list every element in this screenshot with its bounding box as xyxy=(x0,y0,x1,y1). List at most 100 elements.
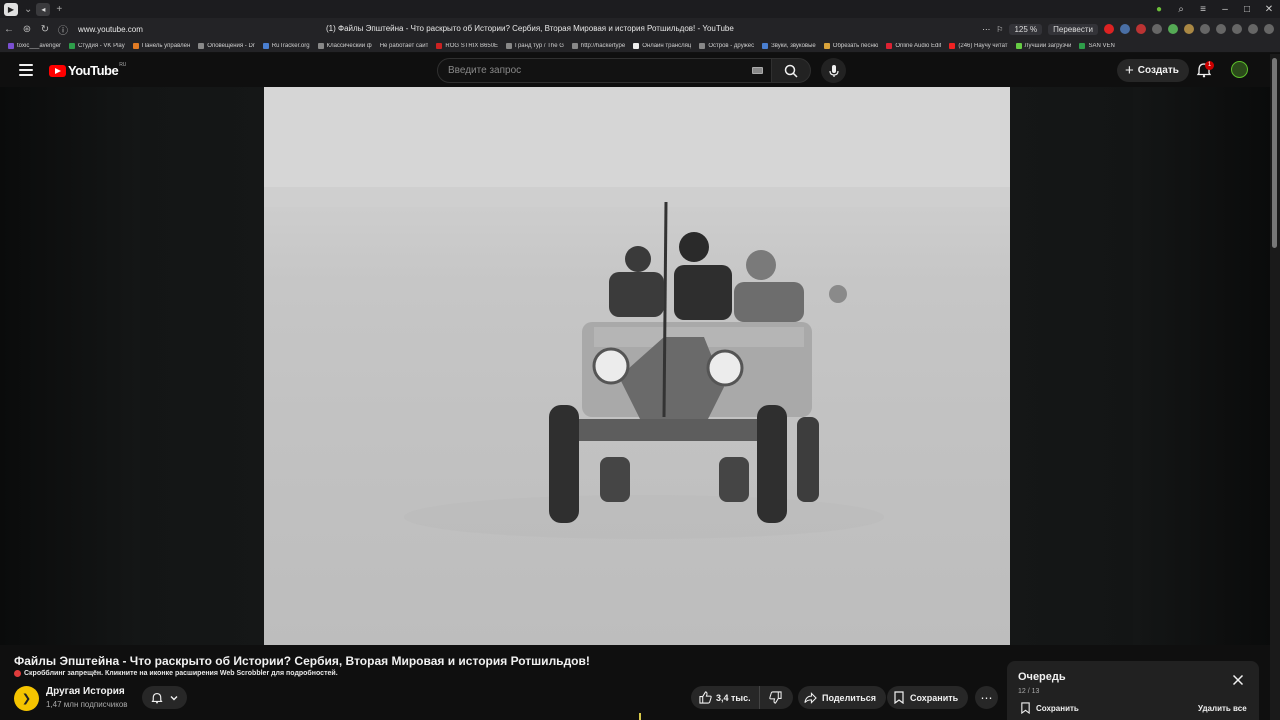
bookmark-item[interactable]: Студия - VK Play xyxy=(69,43,125,49)
search-input[interactable] xyxy=(438,59,738,82)
ambient-left xyxy=(0,87,140,645)
video-player[interactable] xyxy=(0,87,1270,645)
puzzle-icon[interactable] xyxy=(1248,24,1258,34)
bookmark-favicon-icon xyxy=(823,43,830,49)
bookmark-item[interactable]: toxic___avenger xyxy=(8,43,61,49)
bookmark-item[interactable]: Лучший загрузчи xyxy=(1015,43,1071,49)
close-window-icon[interactable]: ✕ xyxy=(1258,4,1280,15)
thumbs-down-icon xyxy=(769,691,782,704)
browser-menu-icon[interactable]: ≡ xyxy=(1192,4,1214,15)
notification-count-badge: 1 xyxy=(1205,61,1214,70)
plus-icon: + xyxy=(1125,62,1134,79)
page-title-in-bar: (1) Файлы Эпштейна - Что раскрыто об Ист… xyxy=(326,24,734,33)
queue-position: 12 / 13 xyxy=(1018,688,1040,695)
scrobble-notice[interactable]: Скробблинг запрещён. Кликните на иконке … xyxy=(14,670,338,677)
share-icon xyxy=(804,691,817,704)
more-dots-icon[interactable]: ⋯ xyxy=(982,25,990,34)
search-box xyxy=(437,58,772,83)
thumbs-up-icon xyxy=(699,691,712,704)
bookmark-item[interactable]: Обрезать песню xyxy=(823,43,878,49)
bookmark-item[interactable]: RuTracker.org xyxy=(262,43,310,49)
like-button[interactable]: 3,4 тыс. xyxy=(691,686,760,709)
bookmark-item[interactable]: SAN VEN xyxy=(1079,43,1115,49)
bookmark-favicon-icon xyxy=(699,43,706,49)
bookmark-item[interactable]: Остров - дружес xyxy=(699,43,754,49)
subscription-bell-button[interactable] xyxy=(142,686,187,709)
video-title: Файлы Эпштейна - Что раскрыто об Истории… xyxy=(14,654,590,668)
bookmark-favicon-icon xyxy=(317,43,324,49)
bookmark-icon[interactable]: ⚐ xyxy=(996,25,1003,34)
extension-icon[interactable] xyxy=(1232,24,1242,34)
youtube-logo[interactable]: YouTube RU xyxy=(49,62,126,78)
bookmark-item[interactable]: ROG STRIX B650E xyxy=(436,43,498,49)
extension-leaf-icon[interactable]: ● xyxy=(1148,4,1170,15)
extension-icon[interactable] xyxy=(1136,24,1146,34)
maximize-icon[interactable]: □ xyxy=(1236,4,1258,15)
bookmark-item[interactable]: Панель управлен xyxy=(132,43,190,49)
close-icon[interactable] xyxy=(1232,674,1244,686)
forward-icon[interactable]: ⊛ xyxy=(18,24,36,35)
bookmark-favicon-icon xyxy=(571,43,578,49)
bookmark-item[interactable]: Онлайн трансляц xyxy=(633,43,691,49)
download-icon[interactable] xyxy=(1264,24,1274,34)
bookmark-item[interactable]: Звуки, звуковые xyxy=(762,43,816,49)
reload-icon[interactable]: ↻ xyxy=(36,24,54,35)
tab-menu-chevron-icon[interactable]: ⌄ xyxy=(24,4,32,15)
extension-icon[interactable] xyxy=(1216,24,1226,34)
share-button[interactable]: Поделиться xyxy=(798,686,887,709)
shield-extension-icon[interactable] xyxy=(1152,24,1162,34)
url-field[interactable]: www.youtube.com xyxy=(78,25,143,34)
extension-icon[interactable] xyxy=(1168,24,1178,34)
adblock-extension-icon[interactable] xyxy=(1104,24,1114,34)
bookmark-item[interactable]: http://hackertype xyxy=(571,43,625,49)
scrollbar-thumb[interactable] xyxy=(1272,58,1277,248)
channel-name[interactable]: Другая История xyxy=(46,686,125,697)
save-bookmark-icon xyxy=(894,691,904,704)
search-button[interactable] xyxy=(771,58,811,83)
tab-active[interactable]: ▶ xyxy=(4,2,18,16)
site-info-icon[interactable]: ⓘ xyxy=(54,22,72,37)
bookmark-item[interactable]: Оповещения - Dr xyxy=(198,43,255,49)
extension-icon[interactable] xyxy=(1120,24,1130,34)
bookmark-item[interactable]: Классический ф xyxy=(317,43,372,49)
address-bar-actions: ⋯ ⚐ 125 % Перевести xyxy=(982,18,1274,40)
page-scrollbar[interactable] xyxy=(1270,54,1280,720)
queue-save-button[interactable]: Сохранить xyxy=(1020,702,1079,714)
voice-search-button[interactable] xyxy=(821,58,846,83)
browser-tab-bar: ▶ ⌄ ◂ + ● ⌕ ≡ – □ ✕ xyxy=(0,0,1280,18)
bookmark-item[interactable]: (246) Научу читат xyxy=(949,43,1008,49)
channel-avatar[interactable]: ❯ xyxy=(14,686,39,711)
extension-icon[interactable] xyxy=(1184,24,1194,34)
queue-clear-button[interactable]: Удалить все xyxy=(1198,704,1247,713)
zoom-indicator[interactable]: 125 % xyxy=(1009,23,1043,35)
bookmark-favicon-icon xyxy=(1015,43,1022,49)
new-tab-icon[interactable]: + xyxy=(56,4,62,15)
tab-search-icon[interactable]: ⌕ xyxy=(1170,4,1192,15)
bookmark-item[interactable]: Гранд тур / The G xyxy=(506,43,564,49)
translate-button[interactable]: Перевести xyxy=(1048,23,1098,35)
save-button[interactable]: Сохранить xyxy=(887,686,969,709)
queue-title: Очередь xyxy=(1018,671,1066,683)
lightbulb-icon[interactable] xyxy=(1200,24,1210,34)
create-button[interactable]: + Создать xyxy=(1117,59,1189,82)
youtube-play-logo-icon xyxy=(49,64,66,77)
bookmark-item[interactable]: Online Audio Edit xyxy=(886,43,941,49)
text-cursor xyxy=(639,713,641,720)
bookmark-favicon-icon xyxy=(8,43,14,49)
back-icon[interactable]: ← xyxy=(0,24,18,35)
menu-hamburger-icon[interactable] xyxy=(19,64,33,76)
account-avatar[interactable] xyxy=(1231,61,1248,78)
bookmark-favicon-icon xyxy=(436,43,443,49)
video-frame[interactable] xyxy=(264,87,1010,645)
bookmark-favicon-icon xyxy=(132,43,139,49)
keyboard-icon[interactable] xyxy=(752,67,763,74)
like-dislike-group: 3,4 тыс. xyxy=(691,686,793,709)
tab-secondary[interactable]: ◂ xyxy=(36,2,51,16)
bookmarks-bar: toxic___avenger Студия - VK Play Панель … xyxy=(0,40,1280,53)
bookmark-item[interactable]: Не работает сайт xyxy=(380,43,429,49)
microphone-icon xyxy=(828,64,839,77)
more-actions-icon[interactable]: ⋯ xyxy=(975,686,998,709)
dislike-button[interactable] xyxy=(760,686,792,709)
minimize-icon[interactable]: – xyxy=(1214,4,1236,15)
search-icon xyxy=(784,64,798,78)
